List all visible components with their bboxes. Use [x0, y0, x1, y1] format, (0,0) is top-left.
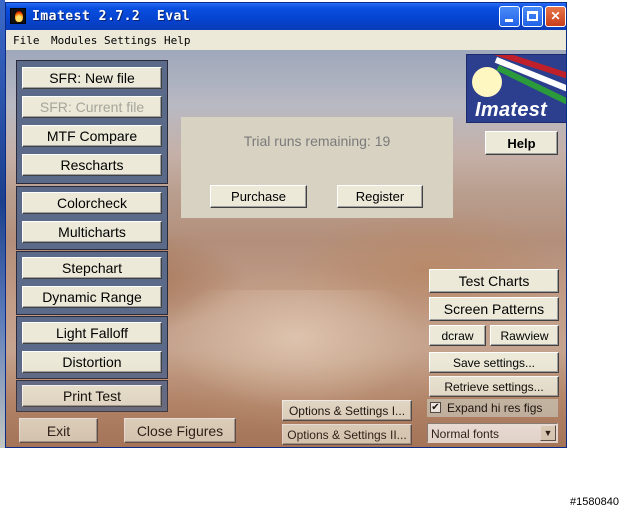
image-watermark: #1580840 — [570, 496, 619, 508]
imatest-logo: Imatest — [466, 54, 566, 123]
help-button[interactable]: Help — [485, 131, 558, 155]
minimize-button[interactable] — [499, 6, 520, 27]
sfr-new-file-button[interactable]: SFR: New file — [22, 67, 162, 89]
fonts-selected-value: Normal fonts — [431, 427, 500, 441]
print-test-button[interactable]: Print Test — [22, 385, 162, 407]
expand-hi-res-label: Expand hi res figs — [447, 401, 543, 415]
trial-message: Trial runs remaining: 19 — [243, 133, 391, 149]
matlab-icon[interactable] — [10, 8, 26, 24]
fonts-dropdown[interactable]: Normal fonts ▼ — [427, 423, 558, 443]
menu-bar: File Modules Settings Help — [6, 30, 566, 50]
window-title: Imatest 2.7.2 Eval — [32, 9, 191, 24]
close-button[interactable]: ✕ — [545, 6, 566, 27]
retrieve-settings-button[interactable]: Retrieve settings... — [429, 376, 559, 397]
close-icon: ✕ — [550, 9, 561, 23]
panel-tonal: Stepchart Dynamic Range — [16, 251, 168, 315]
expand-hi-res-checkbox[interactable]: ✔ — [430, 402, 441, 413]
test-charts-button[interactable]: Test Charts — [429, 269, 559, 293]
register-button[interactable]: Register — [337, 185, 423, 208]
options-settings-1-button[interactable]: Options & Settings I... — [282, 400, 412, 421]
mtf-compare-button[interactable]: MTF Compare — [22, 125, 162, 147]
panel-sfr: SFR: New file SFR: Current file MTF Comp… — [16, 60, 168, 184]
multicharts-button[interactable]: Multicharts — [22, 221, 162, 243]
desert-background: SFR: New file SFR: Current file MTF Comp… — [6, 50, 566, 447]
sun-icon — [472, 67, 502, 97]
title-bar[interactable]: Imatest 2.7.2 Eval ✕ — [6, 3, 566, 30]
colorcheck-button[interactable]: Colorcheck — [22, 192, 162, 214]
dynamic-range-button[interactable]: Dynamic Range — [22, 286, 162, 308]
menu-settings[interactable]: Settings — [104, 34, 157, 47]
minimize-icon — [505, 19, 513, 22]
rescharts-button[interactable]: Rescharts — [22, 154, 162, 176]
rawview-button[interactable]: Rawview — [490, 325, 559, 346]
panel-print: Print Test — [16, 380, 168, 412]
sfr-current-file-button[interactable]: SFR: Current file — [22, 96, 162, 118]
light-falloff-button[interactable]: Light Falloff — [22, 322, 162, 344]
screen-patterns-button[interactable]: Screen Patterns — [429, 297, 559, 321]
chevron-down-icon[interactable]: ▼ — [540, 425, 556, 441]
save-settings-button[interactable]: Save settings... — [429, 352, 559, 373]
menu-modules[interactable]: Modules — [51, 34, 97, 47]
logo-text: Imatest — [475, 99, 548, 121]
exit-button[interactable]: Exit — [19, 418, 98, 443]
maximize-icon — [527, 11, 538, 21]
app-window: Imatest 2.7.2 Eval ✕ File Modules Settin… — [5, 2, 567, 448]
expand-hi-res-row[interactable]: ✔ Expand hi res figs — [427, 399, 558, 417]
dcraw-button[interactable]: dcraw — [429, 325, 486, 346]
trial-panel: Trial runs remaining: 19 Purchase Regist… — [181, 117, 453, 218]
maximize-button[interactable] — [522, 6, 543, 27]
menu-file[interactable]: File — [13, 34, 40, 47]
close-figures-button[interactable]: Close Figures — [124, 418, 236, 443]
options-settings-2-button[interactable]: Options & Settings II... — [282, 424, 412, 445]
panel-color: Colorcheck Multicharts — [16, 186, 168, 250]
menu-help[interactable]: Help — [164, 34, 191, 47]
panel-lens: Light Falloff Distortion — [16, 316, 168, 379]
stepchart-button[interactable]: Stepchart — [22, 257, 162, 279]
purchase-button[interactable]: Purchase — [210, 185, 307, 208]
distortion-button[interactable]: Distortion — [22, 351, 162, 373]
